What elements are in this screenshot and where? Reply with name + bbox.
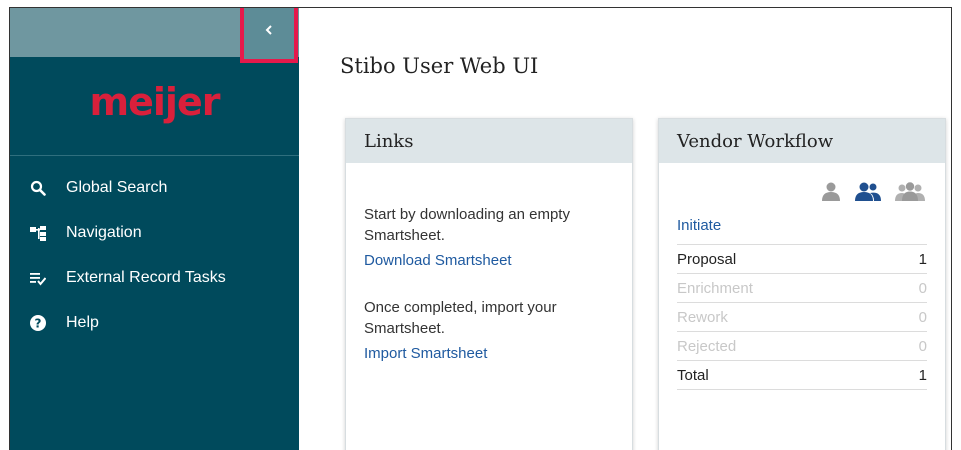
task-list-icon	[30, 270, 46, 286]
state-label: Rework	[677, 308, 728, 326]
import-smartsheet-link[interactable]: Import Smartsheet	[364, 343, 614, 364]
download-instructions: Start by downloading an empty Smartsheet…	[364, 206, 570, 244]
vendor-workflow-card: Vendor Workflow Initiate Proposal 1 Enri…	[658, 118, 946, 450]
app-window: meijer Global Search Navigation External…	[9, 7, 952, 450]
state-count: 0	[918, 279, 927, 297]
sidebar-nav: Global Search Navigation External Record…	[10, 165, 299, 345]
table-row: Rework 0	[677, 302, 927, 331]
search-icon	[30, 180, 46, 196]
sidebar: meijer Global Search Navigation External…	[10, 8, 299, 450]
svg-text:?: ?	[35, 316, 42, 330]
links-card-title: Links	[346, 119, 632, 163]
state-label: Enrichment	[677, 279, 753, 297]
sidebar-item-label: Global Search	[66, 178, 168, 196]
sidebar-item-label: External Record Tasks	[66, 268, 226, 286]
users-icon[interactable]	[855, 181, 881, 201]
sidebar-item-label: Navigation	[66, 223, 142, 241]
sidebar-item-external-record-tasks[interactable]: External Record Tasks	[10, 255, 299, 300]
state-label: Rejected	[677, 337, 737, 355]
sidebar-item-help[interactable]: ? Help	[10, 300, 299, 345]
sidebar-item-label: Help	[66, 313, 99, 331]
hierarchy-icon	[30, 225, 46, 241]
state-label: Proposal	[677, 250, 737, 268]
chevron-left-icon	[263, 23, 275, 41]
sidebar-item-global-search[interactable]: Global Search	[10, 165, 299, 210]
state-count: 1	[918, 366, 927, 384]
state-count: 0	[918, 337, 927, 355]
group-icon[interactable]	[895, 181, 925, 201]
download-smartsheet-link[interactable]: Download Smartsheet	[364, 250, 614, 271]
sidebar-item-navigation[interactable]: Navigation	[10, 210, 299, 255]
links-card: Links Start by downloading an empty Smar…	[345, 118, 633, 450]
table-row: Enrichment 0	[677, 273, 927, 302]
table-row[interactable]: Total 1	[677, 360, 927, 390]
table-row: Rejected 0	[677, 331, 927, 360]
table-row[interactable]: Proposal 1	[677, 244, 927, 273]
vendor-workflow-title: Vendor Workflow	[659, 119, 945, 163]
initiate-link[interactable]: Initiate	[677, 217, 721, 234]
help-icon: ?	[30, 314, 46, 331]
page-title: Stibo User Web UI	[340, 54, 539, 78]
state-label: Total	[677, 366, 709, 384]
sidebar-divider	[10, 155, 299, 156]
meijer-logo: meijer	[89, 80, 221, 124]
links-card-body: Start by downloading an empty Smartsheet…	[346, 163, 632, 364]
workflow-view-toggles	[821, 181, 925, 201]
import-instructions: Once completed, import your Smartsheet.	[364, 299, 557, 337]
state-count: 1	[918, 250, 927, 268]
collapse-sidebar-button[interactable]	[240, 8, 298, 63]
main-content: Stibo User Web UI Links Start by downloa…	[299, 8, 951, 450]
state-count: 0	[918, 308, 927, 326]
user-icon[interactable]	[821, 181, 841, 201]
workflow-state-table: Proposal 1 Enrichment 0 Rework 0 Rejecte…	[677, 244, 927, 390]
